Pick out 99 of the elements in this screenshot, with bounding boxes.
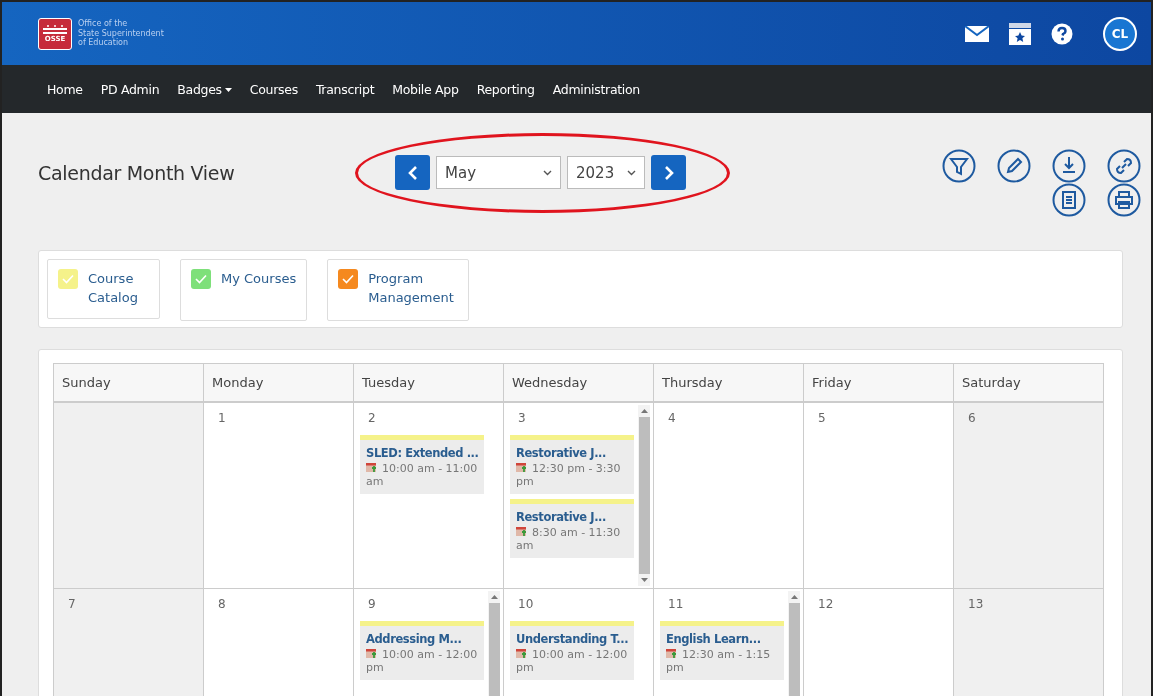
caret-icon — [224, 87, 232, 92]
logo-text: Office of the State Superintendent of Education — [78, 19, 164, 48]
day-number: 9 — [368, 597, 377, 611]
nav-link[interactable]: Transcript — [306, 81, 384, 97]
chevron-down-icon — [627, 169, 636, 176]
day-number: 12 — [818, 597, 835, 611]
weekday-header: Sunday — [54, 363, 204, 403]
event-title[interactable]: Restorative J... — [516, 446, 607, 460]
weekday-header: Thursday — [654, 363, 804, 403]
previous-month-button[interactable] — [395, 155, 430, 190]
nav-link[interactable]: Courses — [240, 81, 307, 97]
check-icon — [342, 274, 355, 284]
user-avatar[interactable]: CL — [1103, 16, 1137, 51]
day-cell[interactable]: 13 — [954, 589, 1104, 696]
month-dropdown[interactable]: May — [436, 156, 561, 189]
nav-link[interactable]: PD Admin — [91, 81, 169, 97]
day-cell[interactable] — [54, 403, 204, 589]
day-cell[interactable]: 3 Restorative J... 12:30 pm - 3:30 pm Restorative J... 8:30 am - 11:30 am — [504, 403, 654, 589]
year-dropdown[interactable]: 2023 — [567, 156, 645, 189]
legend-filter[interactable]: Course Catalog — [47, 259, 160, 319]
legend-label: Program Management — [368, 270, 455, 307]
calendar-star-icon[interactable] — [1009, 22, 1031, 45]
day-cell[interactable]: 1 — [204, 403, 354, 589]
day-number: 13 — [968, 597, 985, 611]
calendar-add-icon — [516, 648, 527, 659]
check-icon — [195, 274, 207, 284]
chevron-left-icon — [407, 164, 418, 181]
weekday-header: Saturday — [954, 363, 1104, 403]
calendar-event[interactable]: English Learn... 12:30 am - 1:15 pm — [660, 621, 784, 680]
event-time: 10:00 am - 12:00 pm — [366, 648, 478, 674]
legend-filter[interactable]: Program Management — [327, 259, 470, 321]
calendar-event[interactable]: SLED: Extended ... 10:00 am - 11:00 am — [360, 435, 484, 494]
day-cell[interactable]: 4 — [654, 403, 804, 589]
event-title[interactable]: English Learn... — [666, 632, 761, 646]
chevron-down-icon — [543, 169, 552, 176]
weekday-header: Monday — [204, 363, 354, 403]
day-number: 1 — [218, 411, 227, 425]
nav-link[interactable]: Mobile App — [383, 81, 468, 97]
pencil-icon[interactable] — [997, 148, 1031, 183]
next-month-button[interactable] — [651, 155, 686, 190]
filter-icon[interactable] — [942, 148, 976, 183]
nav-link[interactable]: Badges — [168, 81, 241, 97]
calendar-event[interactable]: Addressing M... 10:00 am - 12:00 pm — [360, 621, 484, 680]
day-cell[interactable]: 5 — [804, 403, 954, 589]
event-time: 8:30 am - 11:30 am — [516, 526, 622, 552]
legend-label: My Courses — [221, 270, 297, 288]
nav-link[interactable]: Home — [38, 81, 92, 97]
check-icon — [62, 274, 74, 284]
day-number: 6 — [968, 411, 977, 425]
page-title: Calendar Month View — [38, 161, 236, 184]
notepad-icon[interactable] — [1052, 182, 1086, 217]
scroll-down-icon[interactable] — [640, 578, 648, 582]
calendar-add-icon — [666, 648, 677, 659]
event-time: 12:30 am - 1:15 pm — [666, 648, 772, 674]
calendar-event[interactable]: Restorative J... 12:30 pm - 3:30 pm — [510, 435, 634, 494]
nav-link[interactable]: Administration — [543, 81, 649, 97]
scroll-up-icon[interactable] — [490, 595, 498, 599]
day-number: 4 — [668, 411, 677, 425]
day-cell[interactable]: 6 — [954, 403, 1104, 589]
nav-link[interactable]: Reporting — [467, 81, 544, 97]
day-number: 11 — [668, 597, 685, 611]
day-number: 2 — [368, 411, 377, 425]
weekday-header: Wednesday — [504, 363, 654, 403]
event-title[interactable]: Restorative J... — [516, 510, 607, 524]
day-cell[interactable]: 7 — [54, 589, 204, 696]
day-number: 5 — [818, 411, 827, 425]
download-icon[interactable] — [1052, 148, 1086, 183]
calendar-add-icon — [366, 648, 377, 659]
event-title[interactable]: Addressing M... — [366, 632, 462, 646]
day-number: 8 — [218, 597, 227, 611]
mail-icon[interactable] — [965, 25, 989, 42]
scrollbar[interactable] — [638, 405, 650, 586]
link-icon[interactable] — [1107, 148, 1141, 183]
event-title[interactable]: Understanding T... — [516, 632, 629, 646]
help-icon[interactable] — [1051, 22, 1073, 45]
event-title[interactable]: SLED: Extended ... — [366, 446, 479, 460]
day-number: 3 — [518, 411, 527, 425]
checkbox[interactable] — [338, 269, 359, 289]
legend-filter[interactable]: My Courses — [180, 259, 308, 321]
calendar-event[interactable]: Restorative J... 8:30 am - 11:30 am — [510, 499, 634, 558]
day-cell[interactable]: 2 SLED: Extended ... 10:00 am - 11:00 am — [354, 403, 504, 589]
checkbox[interactable] — [58, 269, 78, 289]
calendar-add-icon — [516, 462, 527, 473]
checkbox[interactable] — [191, 269, 211, 289]
weekday-header: Tuesday — [354, 363, 504, 403]
legend-label: Course Catalog — [88, 270, 139, 307]
calendar-add-icon — [366, 462, 377, 473]
scroll-up-icon[interactable] — [790, 595, 798, 599]
calendar-add-icon — [516, 526, 527, 537]
print-icon[interactable] — [1107, 182, 1141, 217]
event-time: 10:00 am - 11:00 am — [366, 462, 478, 488]
event-time: 10:00 am - 12:00 pm — [516, 648, 628, 674]
event-time: 12:30 pm - 3:30 pm — [516, 462, 622, 488]
calendar-event[interactable]: Understanding T... 10:00 am - 12:00 pm — [510, 621, 634, 680]
chevron-right-icon — [663, 164, 674, 181]
scroll-up-icon[interactable] — [640, 409, 648, 413]
day-number: 7 — [68, 597, 77, 611]
day-number: 10 — [518, 597, 535, 611]
weekday-header: Friday — [804, 363, 954, 403]
